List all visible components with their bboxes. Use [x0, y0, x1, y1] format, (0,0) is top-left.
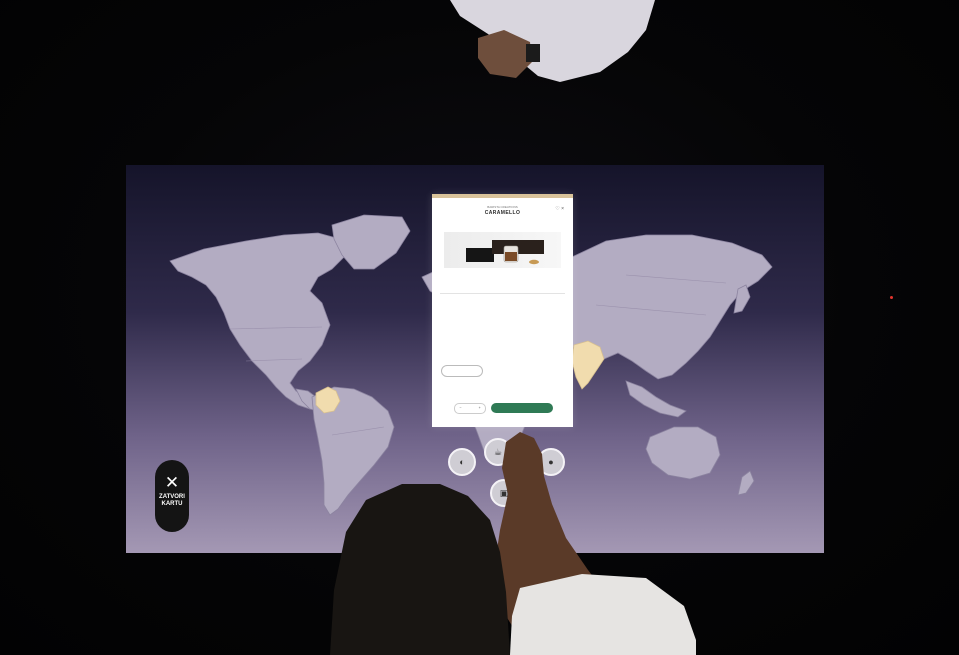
person-bottom [330, 432, 696, 655]
map-country-india[interactable] [571, 340, 605, 390]
product-card[interactable]: BARISTA CREATIONS CARAMELLO ♡ × − + [432, 194, 573, 427]
head [330, 484, 510, 655]
close-icon: ✕ [164, 473, 180, 492]
person-top [450, 0, 655, 82]
product-range: BARISTA CREATIONS [487, 205, 518, 209]
map-southeast-asia [625, 380, 687, 418]
product-title: CARAMELLO [484, 210, 521, 216]
card-actions: ♡ × [555, 206, 564, 212]
secondary-button[interactable] [441, 365, 483, 377]
capsule [529, 259, 539, 265]
watch [526, 44, 540, 62]
card-divider [440, 293, 565, 294]
decrease-icon[interactable]: − [459, 404, 461, 413]
product-illustration [466, 240, 544, 265]
shirt [510, 574, 696, 655]
quantity-stepper[interactable]: − + [454, 403, 486, 414]
increase-icon[interactable]: + [479, 404, 481, 413]
card-close-icon[interactable]: × [561, 206, 564, 212]
map-new-zealand [737, 470, 755, 496]
map-greenland [331, 214, 411, 270]
card-accent-bar [432, 194, 573, 198]
map-north-america [169, 232, 347, 410]
indicator-light [890, 296, 893, 299]
close-map-label-line1: ZATVORI [159, 494, 185, 500]
close-map-label-line2: KARTU [161, 501, 183, 507]
coffee-fill [505, 252, 517, 261]
product-image [444, 232, 561, 268]
close-map-button[interactable]: ✕ ZATVORI KARTU [155, 460, 189, 532]
favorite-icon[interactable]: ♡ [555, 206, 559, 212]
add-to-cart-button[interactable] [491, 403, 553, 413]
sleeve-box [466, 248, 494, 262]
